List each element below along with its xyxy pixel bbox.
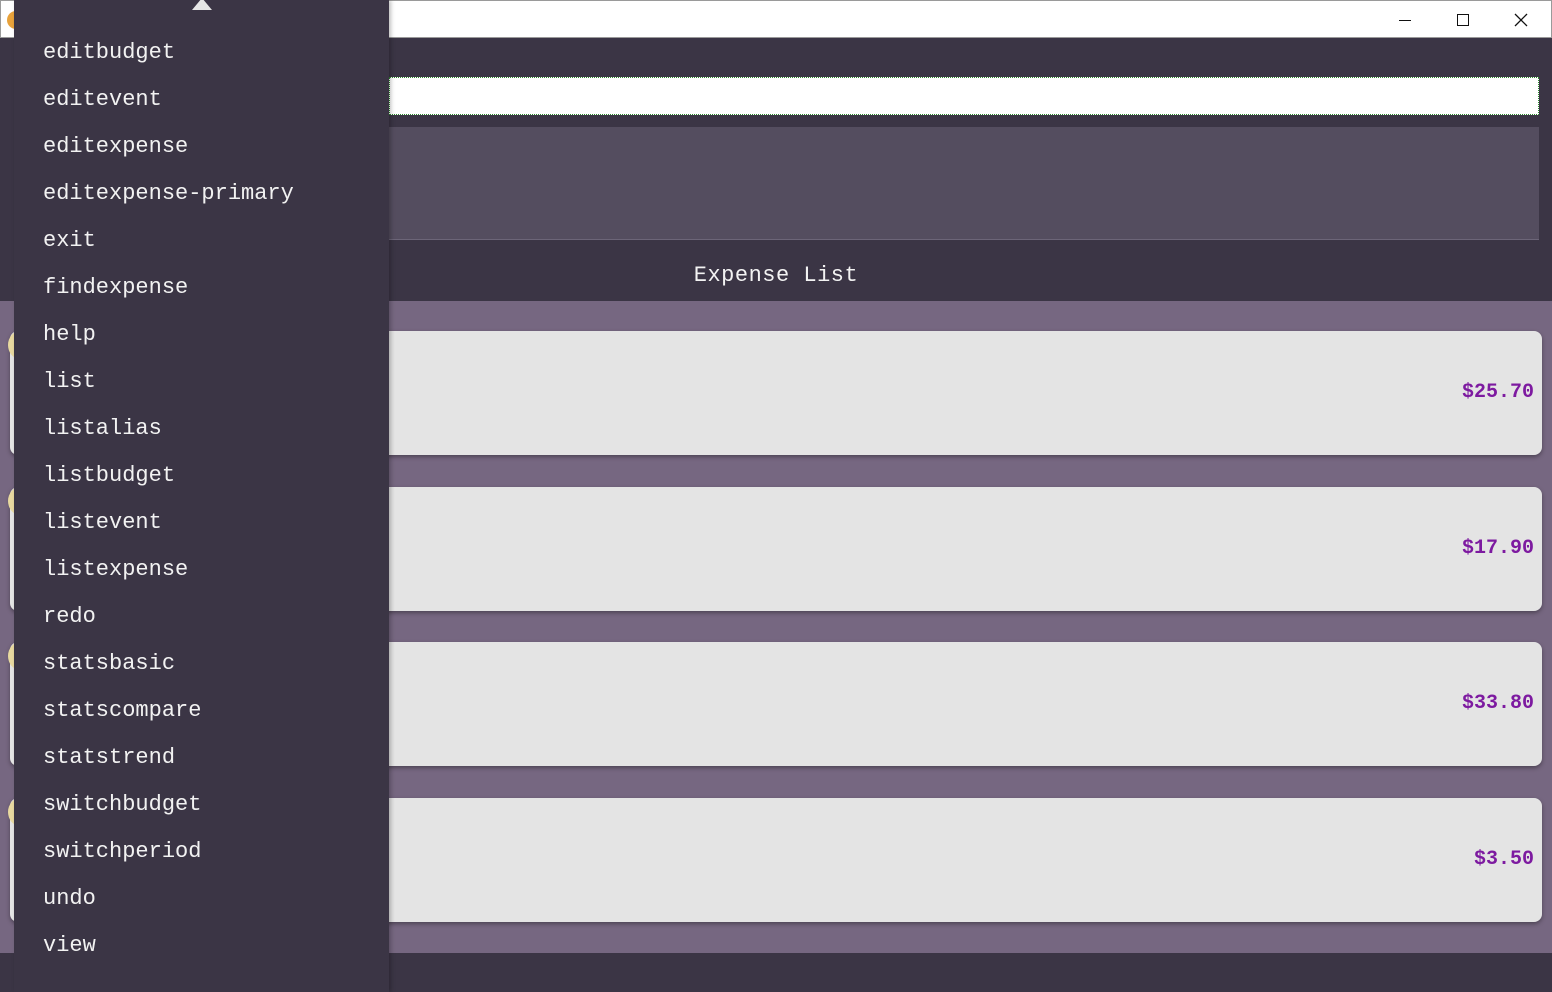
minimize-button[interactable] <box>1376 1 1434 39</box>
autocomplete-item[interactable]: editexpense <box>14 123 389 170</box>
autocomplete-item[interactable]: listexpense <box>14 546 389 593</box>
expense-amount: $33.80 <box>1461 692 1534 715</box>
maximize-icon <box>1457 14 1469 26</box>
close-button[interactable] <box>1492 1 1550 39</box>
command-input[interactable] <box>389 77 1539 115</box>
autocomplete-item[interactable]: statstrend <box>14 734 389 781</box>
autocomplete-item[interactable]: listevent <box>14 499 389 546</box>
maximize-button[interactable] <box>1434 1 1492 39</box>
autocomplete-item[interactable]: help <box>14 311 389 358</box>
autocomplete-item[interactable]: undo <box>14 875 389 922</box>
autocomplete-item[interactable]: view <box>14 922 389 969</box>
scroll-up-arrow-icon[interactable] <box>192 0 212 10</box>
autocomplete-item[interactable]: redo <box>14 593 389 640</box>
autocomplete-item[interactable]: editexpense-primary <box>14 170 389 217</box>
autocomplete-item[interactable]: editevent <box>14 76 389 123</box>
autocomplete-item[interactable]: statscompare <box>14 687 389 734</box>
result-display <box>389 127 1539 240</box>
autocomplete-item[interactable]: exit <box>14 217 389 264</box>
autocomplete-item[interactable]: editbudget <box>14 29 389 76</box>
autocomplete-item[interactable]: listbudget <box>14 452 389 499</box>
autocomplete-item[interactable]: findexpense <box>14 264 389 311</box>
autocomplete-item[interactable]: switchperiod <box>14 828 389 875</box>
expense-amount: $3.50 <box>1473 848 1534 871</box>
close-icon <box>1514 13 1528 27</box>
minimize-icon <box>1399 19 1411 21</box>
expense-amount: $17.90 <box>1461 537 1534 560</box>
autocomplete-item[interactable]: list <box>14 358 389 405</box>
autocomplete-dropdown[interactable]: editbudget editevent editexpense editexp… <box>14 0 389 992</box>
autocomplete-item[interactable]: statsbasic <box>14 640 389 687</box>
autocomplete-item[interactable]: listalias <box>14 405 389 452</box>
autocomplete-item[interactable]: switchbudget <box>14 781 389 828</box>
expense-amount: $25.70 <box>1461 381 1534 404</box>
